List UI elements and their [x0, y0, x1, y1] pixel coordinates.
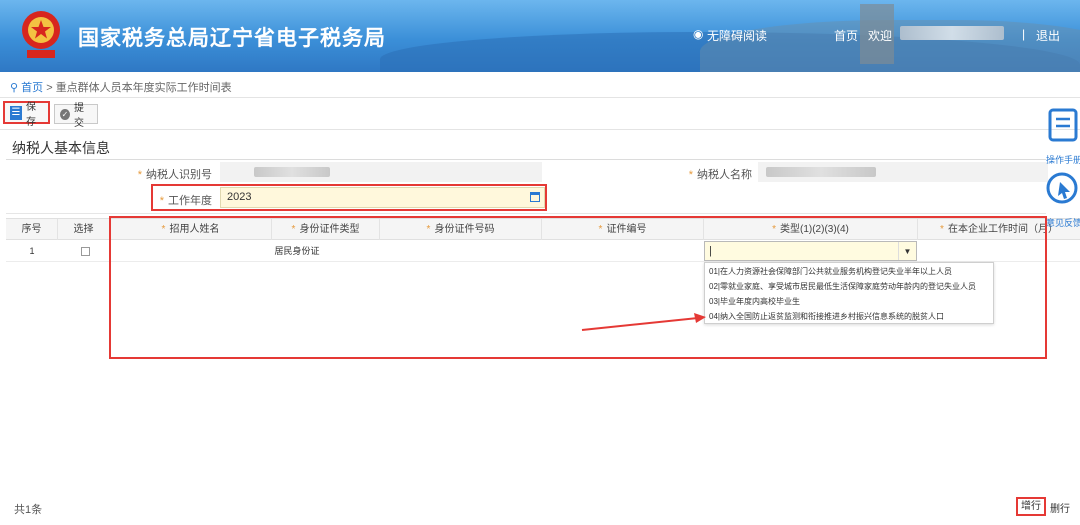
manual-label[interactable]: 操作手册 [1046, 153, 1080, 166]
breadcrumb-home[interactable]: 首页 [21, 82, 43, 94]
total-count: 共1条 [14, 504, 43, 516]
home-link[interactable]: 首页 [834, 27, 858, 44]
delete-row-button[interactable]: 删行 [1050, 500, 1070, 515]
check-circle-icon: ✓ [60, 108, 70, 120]
divider [0, 97, 1080, 98]
save-label: 保存 [25, 101, 36, 128]
manual-icon[interactable] [1044, 106, 1080, 142]
feedback-icon[interactable] [1044, 170, 1080, 206]
eye-icon: ◉ [693, 27, 704, 41]
taxpayer-name-field [758, 162, 1048, 182]
section-title: 纳税人基本信息 [12, 140, 110, 156]
required-mark: * [688, 169, 693, 181]
location-pin-icon: ⚲ [10, 82, 19, 94]
submit-button[interactable]: ✓ 提交 [54, 103, 98, 129]
site-header: 国家税务总局辽宁省电子税务局 ◉ 无障碍阅读 首页 欢迎 | 退出 [0, 0, 1080, 72]
required-mark: * [159, 195, 164, 207]
col-index: 序号 [6, 219, 58, 240]
row-checkbox[interactable] [81, 247, 90, 256]
user-name-redacted [900, 26, 1004, 40]
breadcrumb: ⚲ 首页 > 重点群体人员本年度实际工作时间表 [10, 79, 232, 95]
logout-link[interactable]: 退出 [1036, 27, 1060, 44]
col-select: 选择 [58, 219, 110, 240]
highlight-box [109, 216, 1047, 359]
work-year-label: * 工作年度 [159, 195, 212, 207]
save-button[interactable]: ☰ 保存 [3, 101, 50, 128]
divider [6, 213, 1046, 214]
redacted-value [766, 167, 876, 177]
site-title: 国家税务总局辽宁省电子税务局 [78, 27, 386, 50]
taxpayer-id-label: * 纳税人识别号 [137, 169, 212, 181]
breadcrumb-separator: > [46, 82, 53, 94]
submit-label: 提交 [73, 103, 84, 129]
accessibility-link[interactable]: 无障碍阅读 [707, 27, 767, 44]
annotation-arrow-icon [581, 313, 706, 331]
row-index: 1 [29, 246, 35, 256]
divider [6, 159, 1046, 160]
taxpayer-id-field [220, 162, 542, 182]
redacted-value [254, 167, 330, 177]
work-year-input[interactable]: 2023 [220, 187, 545, 208]
required-mark: * [137, 169, 142, 181]
calendar-icon[interactable] [530, 192, 540, 202]
breadcrumb-current: 重点群体人员本年度实际工作时间表 [55, 82, 232, 94]
welcome-text: 欢迎 [868, 29, 893, 43]
taxpayer-name-label: * 纳税人名称 [688, 169, 752, 181]
header-separator: | [1022, 27, 1026, 41]
feedback-label[interactable]: 意见反馈 [1046, 216, 1080, 229]
save-icon: ☰ [10, 105, 22, 120]
tax-emblem-icon [22, 11, 60, 58]
add-row-button[interactable]: 增行 [1016, 497, 1046, 516]
divider [0, 129, 1080, 130]
